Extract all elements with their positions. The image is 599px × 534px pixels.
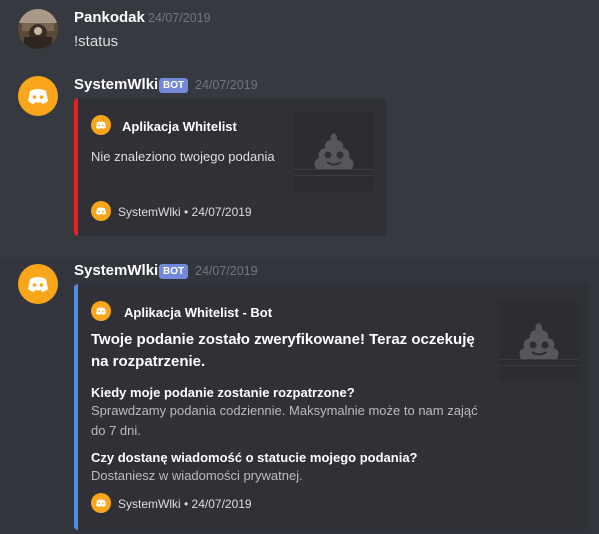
embed-thumbnail[interactable] [499, 301, 579, 381]
embed-author: Aplikacja Whitelist - Bot [124, 305, 273, 320]
chat-messages: Pankodak 24/07/2019 !status SystemWlki B… [0, 0, 599, 534]
message-text: !status [74, 33, 119, 50]
bot-badge: BOT [159, 264, 189, 279]
username[interactable]: Pankodak [74, 9, 145, 26]
embed-author-icon [91, 115, 111, 135]
discord-logo-icon [96, 207, 106, 215]
bot-avatar[interactable] [18, 264, 58, 304]
embed-footer: SystemWlki • 24/07/2019 [118, 497, 252, 511]
embed-card: Aplikacja Whitelist Nie znaleziono twoje… [74, 98, 387, 236]
poop-icon [294, 133, 374, 176]
user-avatar[interactable] [18, 9, 58, 49]
embed-description: Nie znaleziono twojego podania [91, 149, 275, 164]
message-timestamp: 24/07/2019 [148, 11, 211, 25]
user-photo-avatar [18, 9, 58, 49]
discord-logo-icon [96, 499, 106, 507]
embed-footer-icon [91, 493, 111, 513]
embed-footer-icon [91, 201, 111, 221]
discord-logo-icon [96, 121, 106, 129]
embed-title: Twoje podanie zostało zweryfikowane! Ter… [91, 331, 475, 370]
message-timestamp: 24/07/2019 [195, 78, 258, 92]
discord-logo-icon [28, 89, 48, 104]
message-bot-1: SystemWlki BOT 24/07/2019 Aplikacja Whit… [0, 70, 599, 260]
embed-footer: SystemWlki • 24/07/2019 [118, 205, 252, 219]
embed-thumbnail[interactable] [294, 111, 374, 191]
message-timestamp: 24/07/2019 [195, 264, 258, 278]
bot-badge: BOT [159, 78, 189, 93]
embed-field-value: Sprawdzamy podania codziennie. Maksymaln… [91, 403, 478, 438]
discord-logo-icon [96, 307, 106, 315]
username[interactable]: SystemWlki [74, 76, 158, 93]
embed-field-name: Czy dostanę wiadomość o statucie mojego … [91, 450, 418, 465]
bot-avatar[interactable] [18, 76, 58, 116]
message-bot-2: SystemWlki BOT 24/07/2019 Aplikacja Whit… [0, 258, 599, 534]
embed-author-icon [91, 301, 111, 321]
poop-icon [499, 323, 579, 366]
username[interactable]: SystemWlki [74, 262, 158, 279]
embed-author: Aplikacja Whitelist [122, 119, 237, 134]
embed-field-name: Kiedy moje podanie zostanie rozpatrzone? [91, 385, 355, 400]
message-pankodak: Pankodak 24/07/2019 !status [0, 0, 599, 70]
embed-card: Aplikacja Whitelist - Bot Twoje podanie … [74, 284, 589, 530]
discord-logo-icon [28, 277, 48, 292]
embed-field-value: Dostaniesz w wiadomości prywatnej. [91, 468, 303, 483]
